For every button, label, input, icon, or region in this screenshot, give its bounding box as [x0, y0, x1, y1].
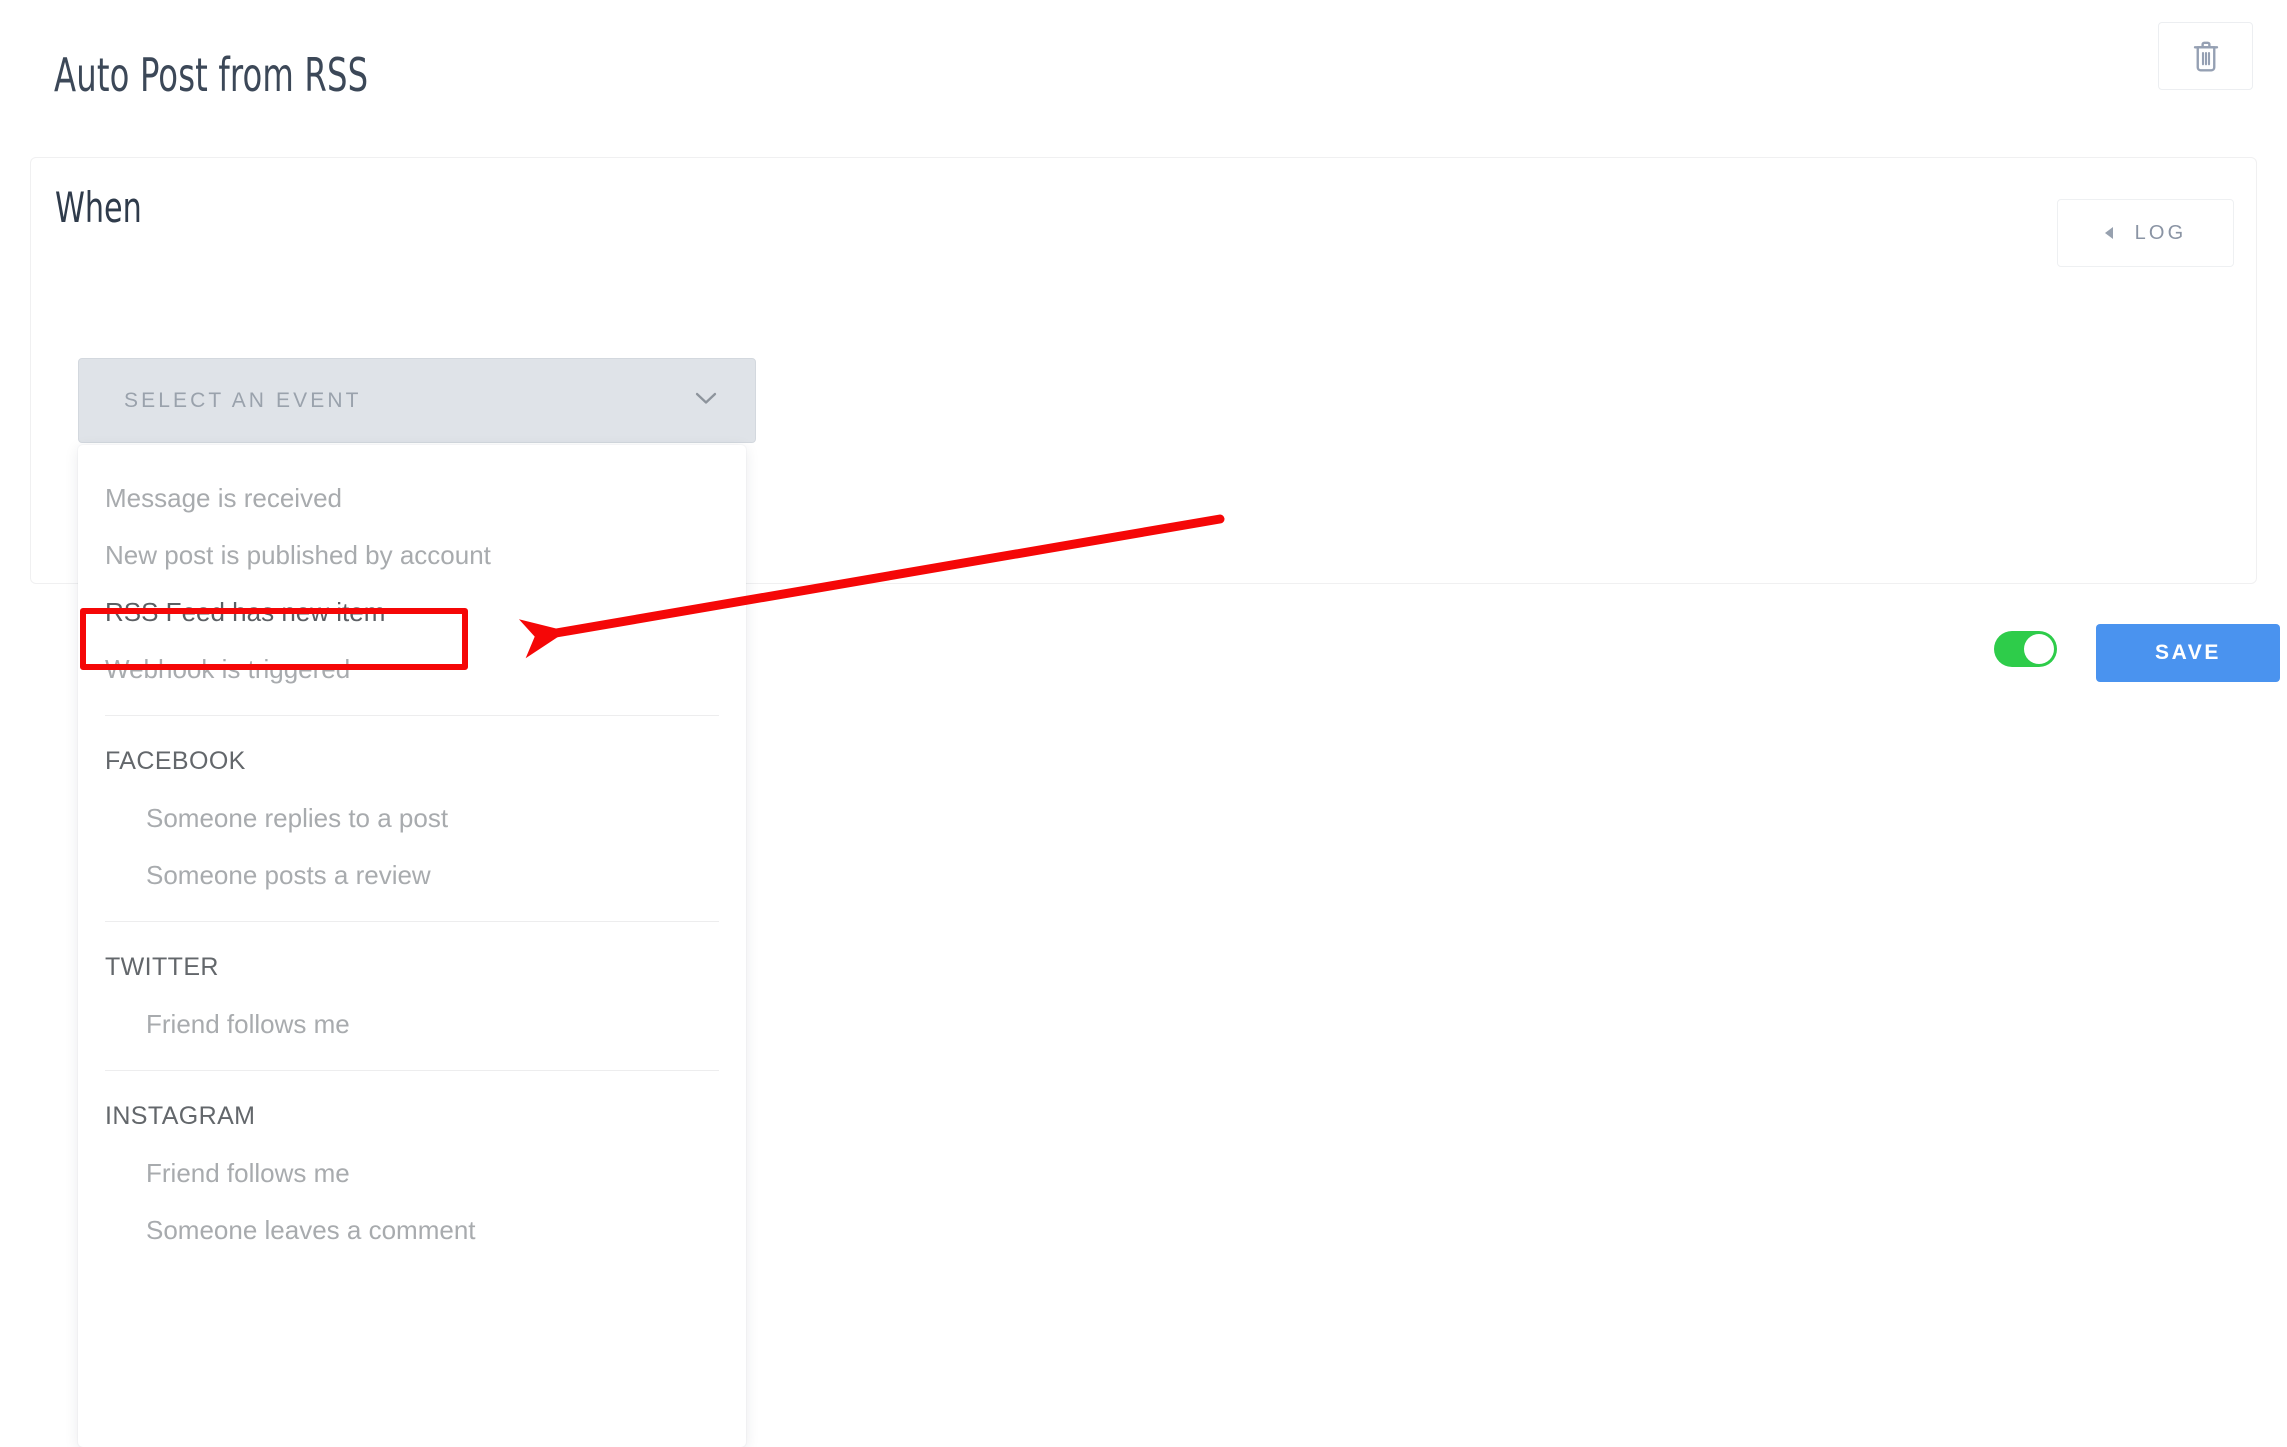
dropdown-spacer	[78, 922, 746, 944]
dropdown-spacer	[78, 899, 746, 921]
dropdown-group-facebook: FACEBOOK	[105, 747, 246, 775]
trash-icon	[2191, 40, 2221, 73]
dropdown-item-instagram-friend-follows-me[interactable]: Friend follows me	[78, 1150, 746, 1197]
dropdown-item-new-post-is-published-by-account[interactable]: New post is published by account	[78, 532, 746, 579]
log-button[interactable]: LOG	[2057, 199, 2234, 267]
select-an-event-control[interactable]: SELECT AN EVENT	[78, 358, 756, 443]
enabled-toggle[interactable]	[1994, 631, 2057, 667]
dropdown-item-someone-replies-to-a-post[interactable]: Someone replies to a post	[78, 795, 746, 842]
dropdown-spacer	[78, 1140, 746, 1150]
chevron-down-icon	[695, 391, 717, 410]
when-heading: When	[55, 183, 142, 232]
dropdown-spacer	[78, 522, 746, 532]
caret-left-icon	[2104, 227, 2113, 239]
dropdown-spacer	[78, 1071, 746, 1093]
event-dropdown-menu[interactable]: Message is received New post is publishe…	[78, 445, 746, 1447]
dropdown-item-rss-feed-has-new-item[interactable]: RSS Feed has new item	[78, 589, 746, 636]
save-button[interactable]: SAVE	[2096, 624, 2280, 682]
log-button-label: LOG	[2134, 221, 2187, 244]
dropdown-spacer	[78, 1048, 746, 1070]
select-an-event-placeholder: SELECT AN EVENT	[124, 388, 362, 412]
dropdown-item-someone-posts-a-review[interactable]: Someone posts a review	[78, 852, 746, 899]
dropdown-spacer	[78, 716, 746, 738]
dropdown-spacer	[78, 1197, 746, 1207]
delete-button[interactable]	[2158, 22, 2253, 90]
dropdown-spacer	[78, 636, 746, 646]
dropdown-top-spacer	[78, 445, 746, 475]
dropdown-item-someone-leaves-a-comment[interactable]: Someone leaves a comment	[78, 1207, 746, 1254]
toggle-knob	[2024, 634, 2054, 664]
dropdown-spacer	[78, 842, 746, 852]
page-title: Auto Post from RSS	[54, 48, 369, 102]
dropdown-group-twitter: TWITTER	[105, 953, 219, 981]
dropdown-spacer	[78, 991, 746, 1001]
dropdown-item-message-is-received[interactable]: Message is received	[78, 475, 746, 522]
dropdown-group-instagram: INSTAGRAM	[105, 1102, 256, 1130]
dropdown-spacer	[78, 579, 746, 589]
dropdown-spacer	[78, 785, 746, 795]
dropdown-spacer	[78, 693, 746, 715]
dropdown-item-webhook-is-triggered[interactable]: Webhook is triggered	[78, 646, 746, 693]
dropdown-item-twitter-friend-follows-me[interactable]: Friend follows me	[78, 1001, 746, 1048]
